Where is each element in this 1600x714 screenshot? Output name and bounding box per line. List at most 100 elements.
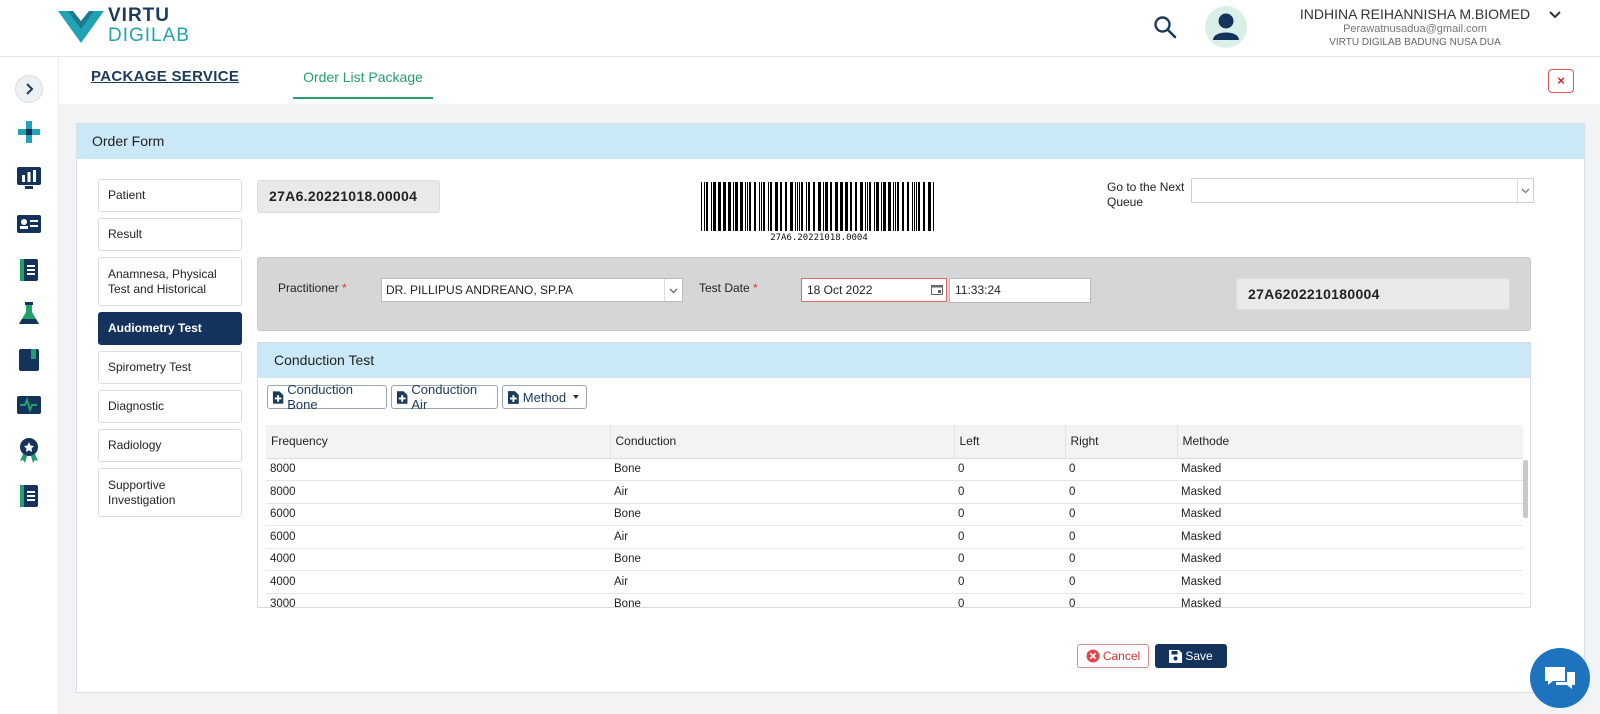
close-button[interactable]: × bbox=[1548, 69, 1574, 93]
cell-left: 0 bbox=[954, 548, 1065, 571]
cell-conduction: Air bbox=[610, 480, 954, 504]
nav-item-diagnostic[interactable]: Diagnostic bbox=[98, 390, 242, 423]
virtu-logo-icon bbox=[58, 11, 104, 43]
tab-package-service[interactable]: PACKAGE SERVICE bbox=[91, 68, 239, 85]
barcode-bar bbox=[825, 182, 828, 231]
test-date-input[interactable]: 18 Oct 2022 bbox=[801, 278, 947, 302]
column-header-methode[interactable]: Methode bbox=[1177, 425, 1523, 459]
book-icon[interactable] bbox=[16, 257, 42, 283]
cell-methode: Masked bbox=[1177, 570, 1523, 594]
nav-item-patient[interactable]: Patient bbox=[98, 179, 242, 212]
chat-widget-button[interactable] bbox=[1530, 648, 1590, 708]
user-email: Perawatnusadua@gmail.com bbox=[1343, 23, 1487, 35]
barcode-bar bbox=[923, 182, 925, 231]
tab-order-list-package[interactable]: Order List Package bbox=[293, 57, 433, 99]
barcode-bar bbox=[775, 182, 778, 231]
nav-item-supportive-investigation[interactable]: Supportive Investigation bbox=[98, 468, 242, 517]
id-card-icon[interactable] bbox=[16, 211, 42, 237]
barcode-bar bbox=[713, 182, 716, 231]
cell-right: 0 bbox=[1065, 480, 1177, 504]
barcode-bar bbox=[897, 182, 899, 231]
cell-frequency: 6000 bbox=[266, 525, 610, 549]
cell-methode: Masked bbox=[1177, 480, 1523, 504]
notebook-icon[interactable] bbox=[16, 347, 42, 373]
brand-line2: DIGILAB bbox=[108, 25, 190, 46]
medical-cross-icon[interactable] bbox=[16, 119, 42, 145]
table-row[interactable]: 4000 Air 0 0 Masked bbox=[266, 570, 1523, 594]
barcode-bar bbox=[918, 182, 920, 231]
method-dropdown-button[interactable]: Method bbox=[502, 385, 587, 409]
column-header-left[interactable]: Left bbox=[954, 425, 1066, 459]
left-sidebar bbox=[0, 57, 59, 714]
user-avatar-icon[interactable] bbox=[1205, 6, 1247, 48]
nav-item-result[interactable]: Result bbox=[98, 218, 242, 251]
barcode-bar bbox=[728, 182, 731, 231]
table-row[interactable]: 8000 Air 0 0 Masked bbox=[266, 480, 1523, 504]
cancel-button[interactable]: Cancel bbox=[1077, 644, 1149, 668]
next-queue-select[interactable] bbox=[1191, 178, 1534, 203]
search-icon[interactable] bbox=[1152, 14, 1178, 40]
barcode-bar bbox=[780, 182, 782, 231]
monitor-pulse-icon[interactable] bbox=[16, 393, 42, 419]
table-row[interactable]: 4000 Bone 0 0 Masked bbox=[266, 548, 1523, 571]
order-form-card: Order Form Patient Result Anamnesa, Phys… bbox=[76, 123, 1585, 693]
barcode-bar bbox=[914, 182, 915, 231]
chat-icon bbox=[1545, 667, 1575, 689]
cell-conduction: Bone bbox=[610, 458, 954, 481]
flask-icon[interactable] bbox=[16, 301, 42, 327]
table-row[interactable]: 6000 Air 0 0 Masked bbox=[266, 525, 1523, 549]
barcode-bar bbox=[830, 182, 832, 231]
save-disk-icon bbox=[1169, 649, 1183, 663]
table-row[interactable]: 8000 Bone 0 0 Masked bbox=[266, 458, 1523, 481]
cell-frequency: 3000 bbox=[266, 593, 610, 607]
sidebar-toggle-button[interactable] bbox=[15, 75, 43, 103]
book-list-icon[interactable] bbox=[16, 483, 42, 509]
cell-frequency: 6000 bbox=[266, 503, 610, 526]
column-header-frequency[interactable]: Frequency bbox=[266, 425, 611, 459]
barcode-bar bbox=[916, 182, 917, 231]
nav-item-anamnesa[interactable]: Anamnesa, Physical Test and Historical bbox=[98, 257, 242, 306]
barcode-bar bbox=[711, 182, 712, 231]
caret-down-icon bbox=[573, 395, 580, 399]
save-button[interactable]: Save bbox=[1155, 644, 1227, 668]
column-header-conduction[interactable]: Conduction bbox=[610, 425, 955, 459]
nav-item-spirometry-test[interactable]: Spirometry Test bbox=[98, 351, 242, 384]
cell-right: 0 bbox=[1065, 458, 1177, 481]
test-time-input[interactable]: 11:33:24 bbox=[949, 278, 1091, 303]
file-plus-icon bbox=[272, 390, 284, 404]
barcode-bar bbox=[799, 182, 800, 231]
brand-logo[interactable]: VIRTU DIGILAB bbox=[58, 6, 190, 46]
cell-frequency: 4000 bbox=[266, 570, 610, 594]
calendar-icon[interactable] bbox=[928, 278, 946, 300]
barcode-bar bbox=[883, 182, 886, 231]
nav-item-audiometry-test[interactable]: Audiometry Test bbox=[98, 312, 242, 345]
user-info[interactable]: INDHINA REIHANNISHA M.BIOMED Perawatnusa… bbox=[1280, 6, 1550, 48]
table-scrollbar[interactable] bbox=[1523, 460, 1528, 518]
barcode-bar bbox=[850, 182, 852, 231]
barcode-bar bbox=[818, 182, 821, 231]
cell-left: 0 bbox=[954, 503, 1065, 526]
cell-conduction: Bone bbox=[610, 593, 954, 607]
chevron-down-icon bbox=[1521, 188, 1530, 194]
chevron-down-icon[interactable] bbox=[1548, 8, 1562, 22]
table-row[interactable]: 6000 Bone 0 0 Masked bbox=[266, 503, 1523, 526]
barcode-bar bbox=[718, 182, 721, 231]
barcode-bar bbox=[790, 182, 793, 231]
barcode-bar bbox=[876, 182, 879, 231]
practitioner-select[interactable]: DR. PILLIPUS ANDREANO, SP.PA bbox=[381, 278, 683, 302]
conduction-test-panel: Conduction Test Conduction Bone Conducti… bbox=[257, 342, 1531, 608]
cell-methode: Masked bbox=[1177, 458, 1523, 481]
cell-left: 0 bbox=[954, 480, 1065, 504]
award-icon[interactable] bbox=[16, 437, 42, 463]
conduction-bone-button[interactable]: Conduction Bone bbox=[267, 382, 387, 412]
table-row[interactable]: 3000 Bone 0 0 Masked bbox=[266, 593, 1523, 607]
barcode-bar bbox=[835, 182, 838, 231]
barcode-bar bbox=[701, 182, 702, 231]
barcode-bar bbox=[797, 182, 798, 231]
conduction-air-button[interactable]: Conduction Air bbox=[391, 382, 498, 412]
barcode-bar bbox=[874, 182, 875, 231]
nav-item-radiology[interactable]: Radiology bbox=[98, 429, 242, 462]
dashboard-chart-icon[interactable] bbox=[16, 165, 42, 191]
column-header-right[interactable]: Right bbox=[1065, 425, 1178, 459]
barcode-bar bbox=[840, 182, 843, 231]
